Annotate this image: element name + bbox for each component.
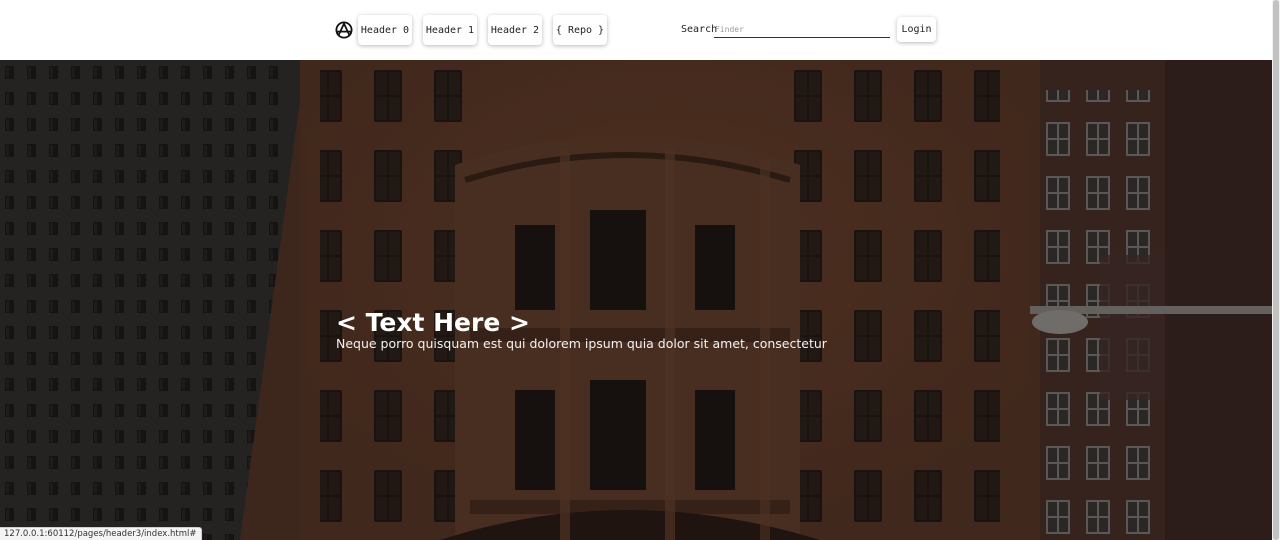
search-input[interactable]	[714, 22, 890, 38]
top-navigation-bar: Header 0 Header 1 Header 2 { Repo } Sear…	[0, 0, 1272, 60]
login-button[interactable]: Login	[897, 17, 936, 42]
hero-section: < Text Here > Neque porro quisquam est q…	[0, 60, 1272, 540]
scrollbar-thumb[interactable]	[1273, 0, 1279, 540]
hero-dark-overlay	[0, 60, 1272, 540]
anarchy-circle-icon[interactable]	[335, 21, 353, 39]
nav-button-header-1[interactable]: Header 1	[423, 15, 477, 45]
nav-button-header-0[interactable]: Header 0	[358, 15, 412, 45]
hero-title: < Text Here >	[336, 308, 530, 337]
vertical-scrollbar[interactable]	[1272, 0, 1280, 540]
search-label: Search	[681, 24, 718, 35]
nav-button-header-2[interactable]: Header 2	[488, 15, 542, 45]
status-bar-url: 127.0.0.1:60112/pages/header3/index.html…	[0, 527, 202, 540]
hero-subtitle: Neque porro quisquam est qui dolorem ips…	[336, 336, 827, 351]
nav-button-repo[interactable]: { Repo }	[553, 15, 607, 45]
